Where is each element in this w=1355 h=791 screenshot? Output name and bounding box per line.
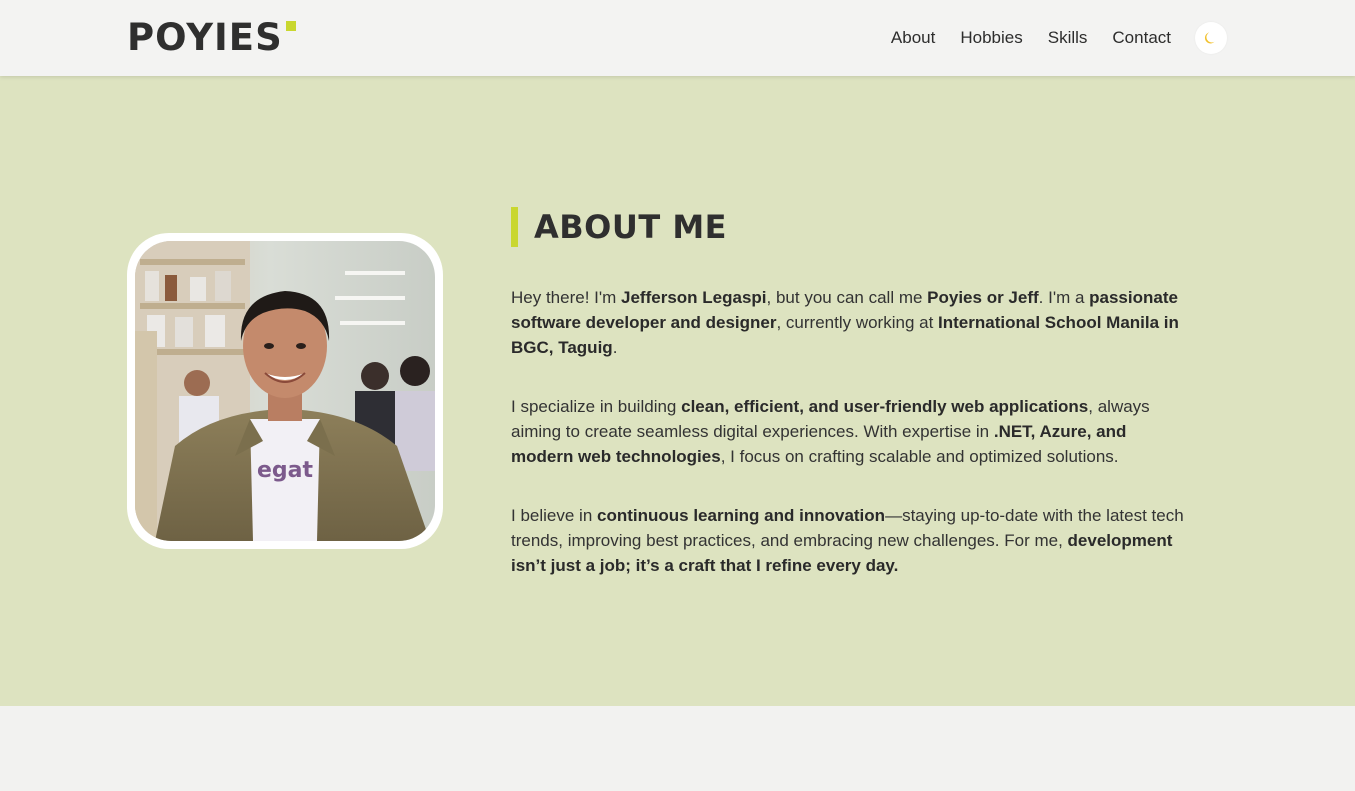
nav-link-contact[interactable]: Contact xyxy=(1112,22,1171,54)
heading-accent-bar xyxy=(511,207,518,247)
p1-text-c: , but you can call me xyxy=(766,288,928,307)
p1-nickname: Poyies or Jeff xyxy=(927,288,1039,307)
svg-text:egat: egat xyxy=(257,458,314,483)
about-heading: ABOUT ME xyxy=(511,207,1191,247)
about-paragraph-3: I believe in continuous learning and inn… xyxy=(511,503,1191,578)
main-nav: About Hobbies Skills Contact xyxy=(891,22,1227,54)
p1-text-i: . xyxy=(612,338,618,357)
about-paragraph-1: Hey there! I'm Jefferson Legaspi, but yo… xyxy=(511,285,1191,360)
nav-link-hobbies[interactable]: Hobbies xyxy=(960,22,1022,54)
p1-name: Jefferson Legaspi xyxy=(621,288,767,307)
logo-accent-square xyxy=(285,21,296,31)
p1-text-g: , currently working at xyxy=(776,313,939,332)
nav-link-about[interactable]: About xyxy=(891,22,935,54)
logo-text: POYIES xyxy=(127,15,283,60)
about-content: ABOUT ME Hey there! I'm Jefferson Legasp… xyxy=(511,207,1191,612)
site-header: POYIES About Hobbies Skills Contact xyxy=(0,0,1355,76)
p2-highlight-1: clean, efficient, and user-friendly web … xyxy=(681,397,1089,416)
profile-photo: egat xyxy=(135,241,435,541)
p3-text-a: I believe in xyxy=(511,506,597,525)
p2-text-e: , I focus on crafting scalable and optim… xyxy=(720,447,1119,466)
next-section-strip xyxy=(0,706,1355,791)
moon-icon xyxy=(1204,32,1215,44)
logo[interactable]: POYIES xyxy=(127,15,296,60)
p1-text-e: . I'm a xyxy=(1038,288,1090,307)
about-paragraph-2: I specialize in building clean, efficien… xyxy=(511,394,1191,469)
nav-link-skills[interactable]: Skills xyxy=(1048,22,1088,54)
theme-toggle-button[interactable] xyxy=(1195,22,1227,54)
about-title: ABOUT ME xyxy=(534,208,728,246)
p1-text-a: Hey there! I'm xyxy=(511,288,622,307)
p2-text-a: I specialize in building xyxy=(511,397,682,416)
p3-highlight-1: continuous learning and innovation xyxy=(597,506,886,525)
about-section: egat ABOUT ME Hey there! I'm Jefferson L… xyxy=(0,76,1355,706)
profile-photo-frame: egat xyxy=(127,233,443,549)
